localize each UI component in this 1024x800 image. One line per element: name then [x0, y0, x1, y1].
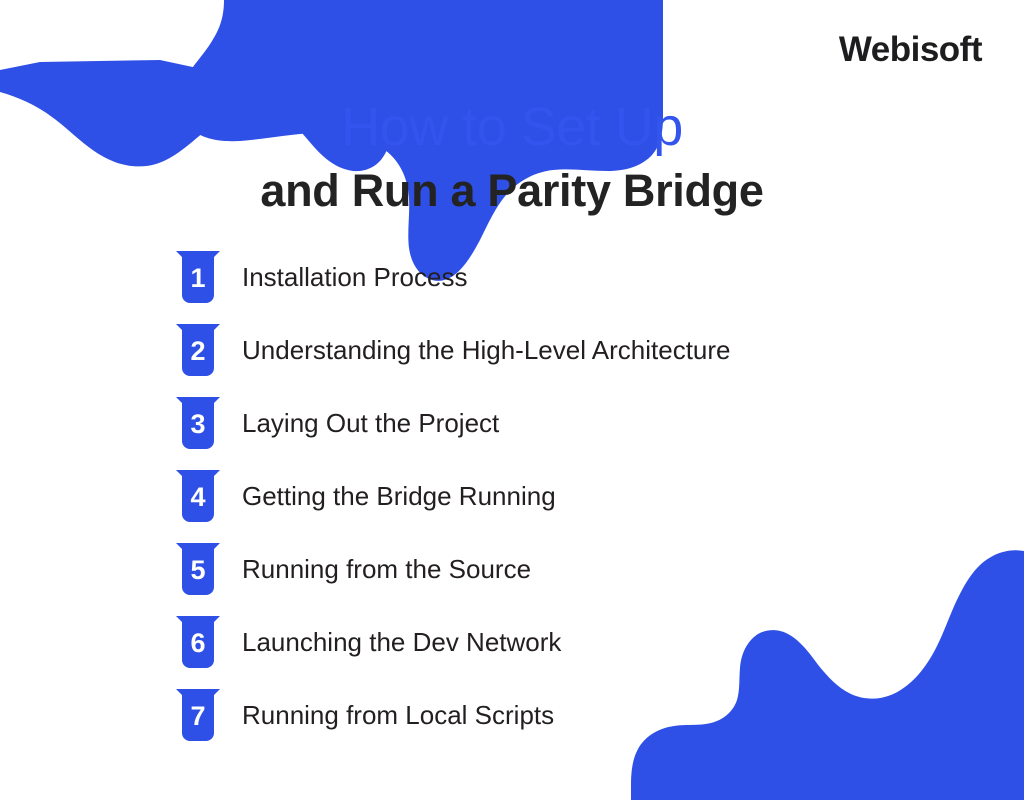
page-title-line-1: How to Set Up: [341, 97, 683, 157]
step-label: Understanding the High-Level Architectur…: [242, 335, 731, 365]
step-number-badge: 1: [176, 251, 220, 304]
step-number: 2: [190, 336, 206, 366]
list-item: 1 Installation Process: [176, 251, 996, 324]
steps-list: 1 Installation Process 2 Understanding t…: [176, 251, 996, 762]
step-number-badge: 3: [176, 397, 220, 450]
step-number-badge: 2: [176, 324, 220, 377]
step-label: Running from the Source: [242, 554, 532, 584]
infographic-poster: Webisoft How to Set Up and Run a Parity …: [0, 0, 1024, 800]
step-number: 1: [190, 263, 206, 293]
step-number: 7: [190, 701, 206, 731]
step-label: Laying Out the Project: [242, 408, 500, 438]
step-number: 6: [190, 628, 206, 658]
step-number-badge: 5: [176, 543, 220, 596]
step-number: 4: [190, 482, 206, 512]
step-number-badge: 6: [176, 616, 220, 669]
step-number: 3: [190, 409, 206, 439]
list-item: 3 Laying Out the Project: [176, 397, 996, 470]
list-item: 6 Launching the Dev Network: [176, 616, 996, 689]
list-item: 7 Running from Local Scripts: [176, 689, 996, 762]
page-title-line-2: and Run a Parity Bridge: [260, 165, 764, 217]
list-item: 2 Understanding the High-Level Architect…: [176, 324, 996, 397]
list-item: 4 Getting the Bridge Running: [176, 470, 996, 543]
page-title: How to Set Up and Run a Parity Bridge: [0, 97, 1024, 220]
step-number: 5: [190, 555, 206, 585]
step-label: Getting the Bridge Running: [242, 481, 556, 511]
step-label: Running from Local Scripts: [242, 700, 555, 730]
brand-logo: Webisoft: [838, 30, 983, 69]
step-label: Installation Process: [242, 262, 468, 292]
step-number-badge: 4: [176, 470, 220, 523]
list-item: 5 Running from the Source: [176, 543, 996, 616]
step-number-badge: 7: [176, 689, 220, 742]
step-label: Launching the Dev Network: [242, 627, 562, 657]
